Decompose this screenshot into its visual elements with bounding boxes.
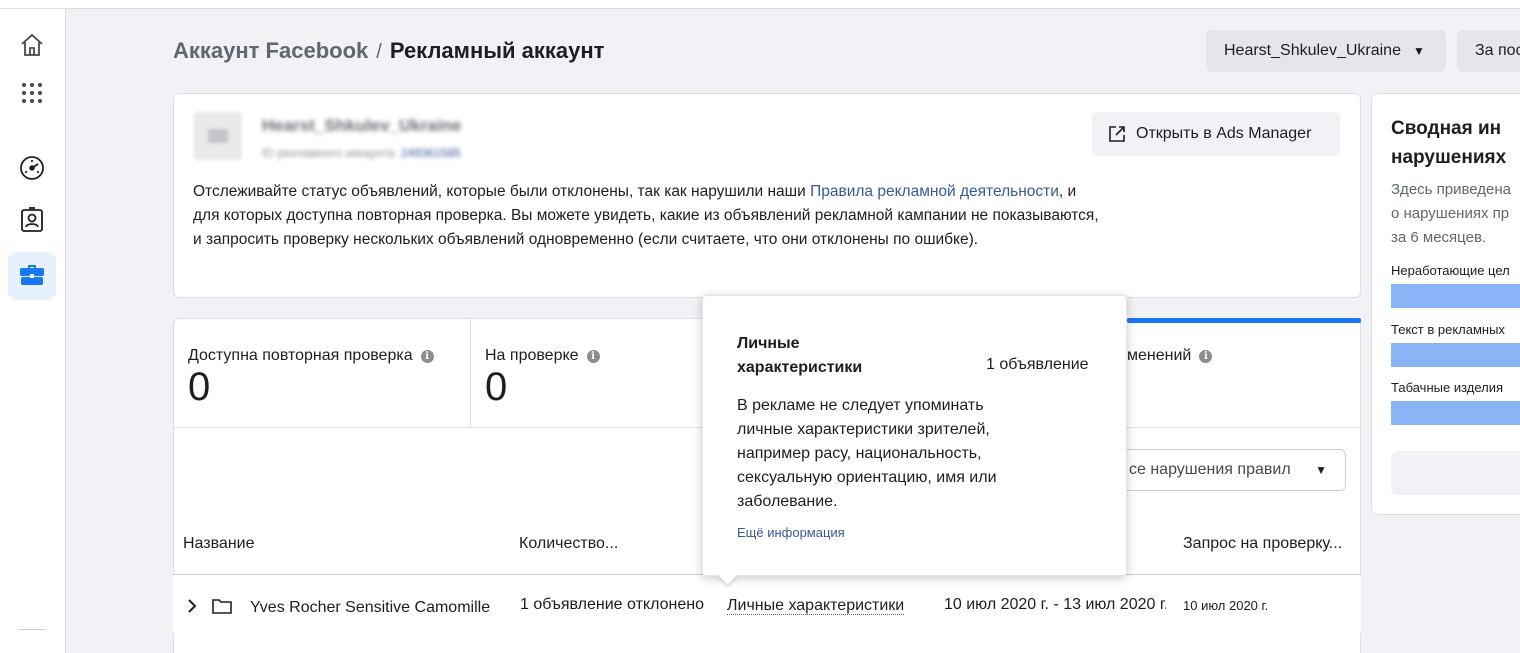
- account-id-label: ID рекламного аккаунта:: [262, 146, 398, 160]
- apps-grid-icon: [20, 81, 44, 110]
- breadcrumb-parent-link[interactable]: Аккаунт Facebook: [173, 38, 368, 63]
- nav-dashboard[interactable]: [8, 146, 56, 194]
- period-button-label: За пос: [1475, 42, 1520, 59]
- nav-all-tools[interactable]: [8, 71, 56, 119]
- summary-title-line2: нарушениях: [1391, 147, 1507, 168]
- nav-separator: [18, 629, 46, 630]
- stat-appealable[interactable]: Доступна повторная проверка i 0: [173, 318, 471, 428]
- violations-summary-panel: Сводная ин нарушениях Здесь приведена о …: [1371, 93, 1520, 515]
- row-count: 1 объявление отклонено: [520, 596, 704, 613]
- nav-ad-accounts[interactable]: [8, 252, 56, 300]
- summary-sub-line1: Здесь приведена: [1391, 181, 1512, 198]
- violation-tooltip: Личные характеристики 1 объявление В рек…: [702, 295, 1127, 576]
- row-violation-reason[interactable]: Личные характеристики: [727, 598, 905, 615]
- filter-selected-label: се нарушения правил: [1129, 461, 1291, 478]
- caret-down-icon: ▼: [1315, 463, 1327, 477]
- summary-title-line1: Сводная ин: [1391, 118, 1502, 139]
- breadcrumb: Аккаунт Facebook / Рекламный аккаунт: [173, 38, 604, 64]
- description-text: Отслеживайте статус объявлений, которые …: [193, 180, 1103, 252]
- caret-down-icon: ▼: [1412, 44, 1425, 58]
- stat-value: 0: [188, 365, 211, 409]
- summary-item-label: Табачные изделия: [1391, 380, 1504, 395]
- ad-policies-link[interactable]: Правила рекламной деятельности: [810, 183, 1059, 200]
- info-icon[interactable]: i: [420, 349, 434, 363]
- summary-sub-line3: за 6 месяцев.: [1391, 229, 1487, 246]
- open-ads-manager-label: Открыть в Ads Manager: [1136, 125, 1312, 142]
- summary-item-label: Неработающие цел: [1391, 263, 1510, 278]
- nav-home[interactable]: [8, 23, 56, 71]
- account-info-card: Hearst_Shkulev_Ukraine ID рекламного акк…: [173, 93, 1361, 298]
- id-card-icon: [19, 206, 45, 239]
- active-tab-indicator: [1127, 318, 1361, 323]
- chevron-right-icon[interactable]: [186, 598, 198, 614]
- stat-label: Доступна повторная проверка i: [188, 347, 434, 365]
- top-border: [0, 0, 1520, 9]
- summary-subtitle: Здесь приведена о нарушениях пр за 6 мес…: [1391, 178, 1511, 250]
- home-icon: [19, 32, 45, 63]
- account-avatar: [194, 112, 242, 160]
- nav-account-quality[interactable]: [8, 198, 56, 246]
- stat-label-text: менений: [1127, 347, 1192, 364]
- external-link-icon: [1108, 125, 1126, 143]
- column-header-name[interactable]: Название: [183, 535, 255, 553]
- tooltip-title: Личные характеристики: [737, 335, 863, 376]
- account-id-value[interactable]: 249361585: [401, 146, 461, 160]
- tooltip-body: В рекламе не следует упоминать личные ха…: [737, 397, 997, 510]
- account-selector-label: Hearst_Shkulev_Ukraine: [1224, 42, 1401, 59]
- violations-filter-dropdown[interactable]: се нарушения правил ▼: [1122, 449, 1346, 491]
- summary-title: Сводная ин нарушениях: [1391, 114, 1520, 172]
- account-id: ID рекламного аккаунта: 249361585: [262, 146, 461, 160]
- account-name: Hearst_Shkulev_Ukraine: [262, 116, 462, 135]
- folder-icon: [211, 597, 233, 615]
- left-nav-rail: [0, 9, 66, 653]
- summary-item-bar: [1391, 343, 1520, 367]
- breadcrumb-separator: /: [376, 41, 382, 63]
- stat-label: На проверке i: [485, 347, 600, 365]
- description-part1: Отслеживайте статус объявлений, которые …: [193, 183, 811, 200]
- summary-item-label: Текст в рекламных: [1391, 322, 1505, 337]
- stat-in-review[interactable]: На проверке i 0: [470, 318, 710, 428]
- column-header-count[interactable]: Количество...: [519, 535, 618, 553]
- account-selector-dropdown[interactable]: Hearst_Shkulev_Ukraine ▼: [1206, 30, 1446, 72]
- stat-value: 0: [485, 365, 508, 409]
- page-title: Рекламный аккаунт: [389, 38, 605, 63]
- row-review-request-date: 10 июл 2020 г.: [1183, 598, 1269, 613]
- stat-label-text: Доступна повторная проверка: [188, 347, 413, 364]
- row-campaign-name[interactable]: Yves Rocher Sensitive Camomille: [250, 599, 502, 617]
- column-header-review-request[interactable]: Запрос на проверку...: [1183, 535, 1342, 553]
- summary-item-bar: [1391, 284, 1520, 308]
- summary-sub-line2: о нарушениях пр: [1391, 205, 1510, 222]
- info-icon[interactable]: i: [586, 349, 600, 363]
- stat-label-text: На проверке: [485, 347, 579, 364]
- summary-item-bar: [1391, 401, 1520, 425]
- dashboard-gauge-icon: [18, 154, 46, 187]
- tooltip-more-link[interactable]: Ещё информация: [737, 525, 845, 540]
- briefcase-icon: [19, 262, 45, 291]
- open-ads-manager-button[interactable]: Открыть в Ads Manager: [1092, 112, 1340, 156]
- period-button[interactable]: За пос: [1457, 30, 1520, 72]
- info-icon[interactable]: i: [1199, 349, 1213, 363]
- stat-label: менений i: [1127, 347, 1213, 365]
- row-period: 10 июл 2020 г. - 13 июл 2020 г.: [944, 596, 1166, 613]
- tooltip-count: 1 объявление: [986, 356, 1089, 373]
- summary-action-button[interactable]: [1391, 451, 1520, 495]
